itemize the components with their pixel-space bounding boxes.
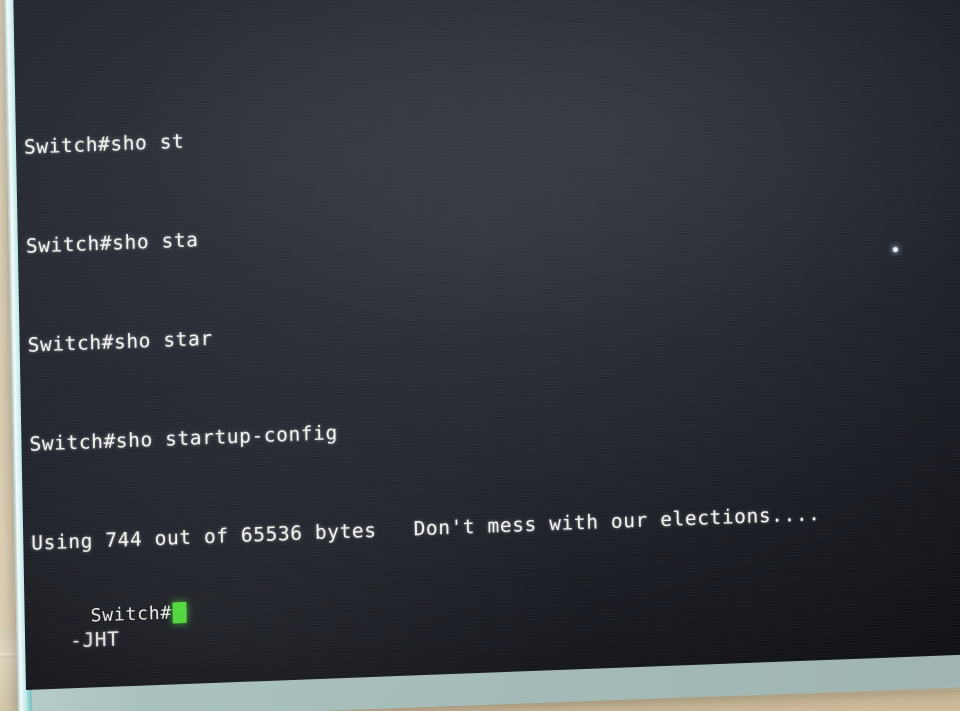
terminal-line-1: Switch#sho st [23, 129, 185, 159]
terminal-line-2: Switch#sho sta [25, 228, 199, 258]
terminal-line-4: Switch#sho startup-config [29, 421, 338, 456]
monitor-photo-scene: Switch#sho st Switch#sho sta Switch#sho … [0, 0, 960, 711]
command-prompt[interactable]: Switch# [90, 601, 188, 627]
prompt-label: Switch# [90, 602, 173, 627]
terminal-line-memory-and-message: Using 744 out of 65536 bytes Don't mess … [31, 502, 821, 555]
terminal-output: Switch#sho st Switch#sho sta Switch#sho … [12, 0, 960, 690]
terminal-line-3: Switch#sho star [27, 326, 213, 357]
text-cursor [172, 601, 188, 624]
terminal-line-signature: -JHT [32, 627, 120, 654]
monitor-screen: Switch#sho st Switch#sho sta Switch#sho … [12, 0, 960, 690]
